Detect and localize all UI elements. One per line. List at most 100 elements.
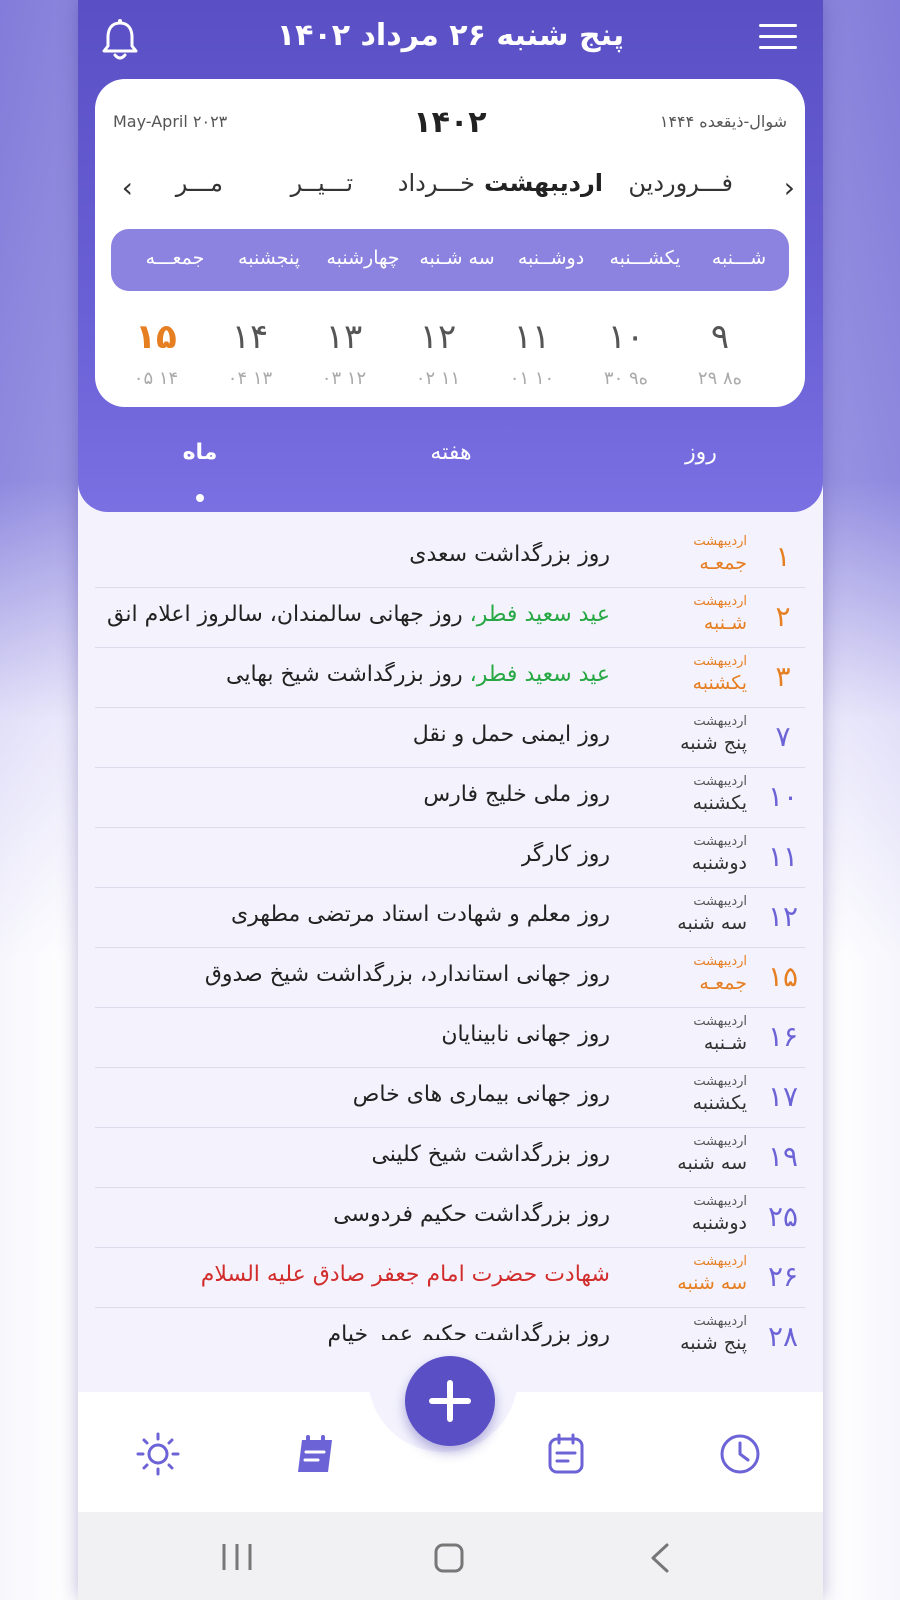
event-description: روز بزرگداشت شیخ بهایی (226, 662, 463, 687)
holiday-label: عید سعید فطر، (462, 602, 610, 627)
event-day-number: ۲۶ (767, 1260, 799, 1293)
event-weekday: سه شنبه (677, 912, 747, 934)
month-mordad[interactable]: مـــر (176, 169, 223, 197)
tab-month[interactable]: ماه (125, 440, 275, 465)
weekday-header: شـــنبه یکشـــنبه دوشــنبه سه شـنبه چهار… (111, 229, 789, 291)
day-cell[interactable]: ۱۰ (586, 317, 666, 357)
event-text: روز بزرگداشت شیخ کلینی (371, 1142, 610, 1167)
system-navigation-bar (78, 1512, 823, 1600)
month-calendar-card: May-April ۲۰۲۳ ۱۴۰۲ شوال-ذیقعده ۱۴۴۴ ‹ ف… (95, 79, 805, 407)
background-left (0, 0, 78, 1600)
event-weekday: سه شنبه (677, 1152, 747, 1174)
event-text: روز معلم و شهادت استاد مرتضی مطهری (230, 902, 610, 927)
event-weekday: سه شنبه (677, 1272, 747, 1294)
month-ordibehesht[interactable]: اردیبهشت (484, 169, 603, 197)
day-sub-dates: ۰۵ ۱۴ (133, 368, 179, 389)
month-selector: ‹ فـــروردین اردیبهشت خـــرداد تـــیــر … (95, 165, 805, 205)
event-month: اردیبهشت (693, 954, 747, 969)
day-cell[interactable]: ۱۳ (304, 317, 384, 357)
weekday-label: چهارشنبه (326, 247, 400, 269)
month-tir[interactable]: تـــیــر (291, 169, 353, 197)
event-text: روز جهانی نابینایان (441, 1022, 610, 1047)
weather-icon[interactable] (136, 1432, 180, 1476)
list-item[interactable]: ۳ اردیبهشت یکشنبه عید سعید فطر، روز بزرگ… (95, 648, 805, 708)
event-month: اردیبهشت (693, 1014, 747, 1029)
event-day-number: ۱۹ (767, 1140, 799, 1173)
event-text: روز کارگر (520, 842, 610, 867)
event-weekday: دوشنبه (691, 852, 747, 874)
month-khordad[interactable]: خـــرداد (398, 169, 475, 197)
event-month: اردیبهشت (693, 894, 747, 909)
list-item[interactable]: ۱۵ اردیبهشت جمعـه روز جهانی استاندارد، ب… (95, 948, 805, 1008)
back-icon[interactable] (648, 1542, 672, 1574)
home-icon[interactable] (433, 1542, 465, 1574)
list-item[interactable]: ۱۹ اردیبهشت سه شنبه روز بزرگداشت شیخ کلی… (95, 1128, 805, 1188)
event-month: اردیبهشت (693, 1194, 747, 1209)
event-text: روز ایمنی حمل و نقل (412, 722, 610, 747)
event-day-number: ۱۲ (767, 900, 799, 933)
list-item[interactable]: ۱۲ اردیبهشت سه شنبه روز معلم و شهادت است… (95, 888, 805, 948)
event-text: روز بزرگداشت سعدی (409, 542, 610, 567)
list-item[interactable]: ۷ اردیبهشت پنج شنبه روز ایمنی حمل و نقل (95, 708, 805, 768)
weekday-label: دوشــنبه (517, 247, 585, 269)
day-cell-today[interactable]: ۱۵ (116, 317, 196, 357)
weekday-label: جمعـــه (145, 247, 205, 269)
bell-icon[interactable] (100, 18, 140, 62)
event-weekday: پنج شنبه (680, 1332, 747, 1354)
event-weekday: یکشنبه (692, 672, 747, 694)
weekday-label: شـــنبه (711, 247, 767, 269)
active-tab-indicator (196, 494, 204, 502)
hijri-range: شوال-ذیقعده ۱۴۴۴ (659, 112, 787, 131)
event-day-number: ۱۶ (767, 1020, 799, 1053)
add-event-button[interactable] (405, 1356, 495, 1446)
tab-day[interactable]: روز (626, 440, 776, 465)
tab-week[interactable]: هفته (376, 440, 526, 465)
event-month: اردیبهشت (693, 714, 747, 729)
event-weekday: شـنبه (703, 612, 747, 634)
notes-icon[interactable] (294, 1432, 338, 1476)
event-weekday: جمعـه (699, 972, 747, 994)
chevron-right-icon[interactable]: ‹ (771, 171, 795, 204)
event-day-number: ۱۰ (767, 780, 799, 813)
event-text: روز جهانی استاندارد، بزرگداشت شیخ صدوق (204, 962, 610, 987)
day-cell[interactable]: ۱۲ (398, 317, 478, 357)
weekday-label: یکشـــنبه (609, 247, 681, 269)
event-month: اردیبهشت (693, 1314, 747, 1329)
list-item[interactable]: ۱ اردیبهشت جمعـه روز بزرگداشت سعدی (95, 528, 805, 588)
plus-icon (429, 1380, 471, 1422)
list-item[interactable]: ۱۱ اردیبهشت دوشنبه روز کارگر (95, 828, 805, 888)
event-day-number: ۳ (775, 660, 791, 693)
day-cell[interactable]: ۱۴ (210, 317, 290, 357)
event-day-number: ۲ (775, 600, 791, 633)
list-item[interactable]: ۱۷ اردیبهشت یکشنبه روز جهانی بیماری های … (95, 1068, 805, 1128)
recents-icon[interactable] (220, 1542, 254, 1572)
event-month: اردیبهشت (693, 534, 747, 549)
day-sub-dates: ۰۱ ۱۰ (509, 368, 555, 389)
clock-icon[interactable] (718, 1432, 762, 1476)
event-weekday: پنج شنبه (680, 732, 747, 754)
list-item[interactable]: ۲۵ اردیبهشت دوشنبه روز بزرگداشت حکیم فرد… (95, 1188, 805, 1248)
list-item[interactable]: ۱۶ اردیبهشت شـنبه روز جهانی نابینایان (95, 1008, 805, 1068)
day-cell[interactable]: ۹ (680, 317, 760, 357)
day-cell[interactable]: ۱۱ (492, 317, 572, 357)
event-text: عید سعید فطر، روز بزرگداشت شیخ بهایی (226, 662, 610, 687)
header-panel: پنج شنبه ۲۶ مرداد ۱۴۰۲ May-April ۲۰۲۳ ۱۴… (78, 0, 823, 512)
event-weekday: یکشنبه (692, 1092, 747, 1114)
event-text: عید سعید فطر، روز جهانی سالمندان، سالروز… (107, 602, 610, 627)
list-item[interactable]: ۲۶ اردیبهشت سه شنبه شهادت حضرت امام جعفر… (95, 1248, 805, 1308)
event-weekday: دوشنبه (691, 1212, 747, 1234)
events-list: ۱ اردیبهشت جمعـه روز بزرگداشت سعدی ۲ ارد… (95, 528, 805, 1368)
hamburger-menu-icon[interactable] (759, 24, 797, 54)
event-month: اردیبهشت (693, 1134, 747, 1149)
month-farvardin[interactable]: فـــروردین (628, 169, 733, 197)
day-sub-dates: ۰۳ ۱۲ (321, 368, 367, 389)
event-month: اردیبهشت (693, 774, 747, 789)
chevron-left-icon[interactable]: › (109, 171, 133, 204)
day-sub-dates: ۰۲ ۱۱ (415, 368, 461, 389)
event-month: اردیبهشت (693, 654, 747, 669)
calendar-icon[interactable] (544, 1432, 588, 1476)
list-item[interactable]: ۲ اردیبهشت شـنبه عید سعید فطر، روز جهانی… (95, 588, 805, 648)
list-item[interactable]: ۱۰ اردیبهشت یکشنبه روز ملی خلیج فارس (95, 768, 805, 828)
weekday-label: پنجشنبه (238, 247, 300, 269)
event-description: روز جهانی سالمندان، سالروز اعلام انق (107, 602, 463, 627)
